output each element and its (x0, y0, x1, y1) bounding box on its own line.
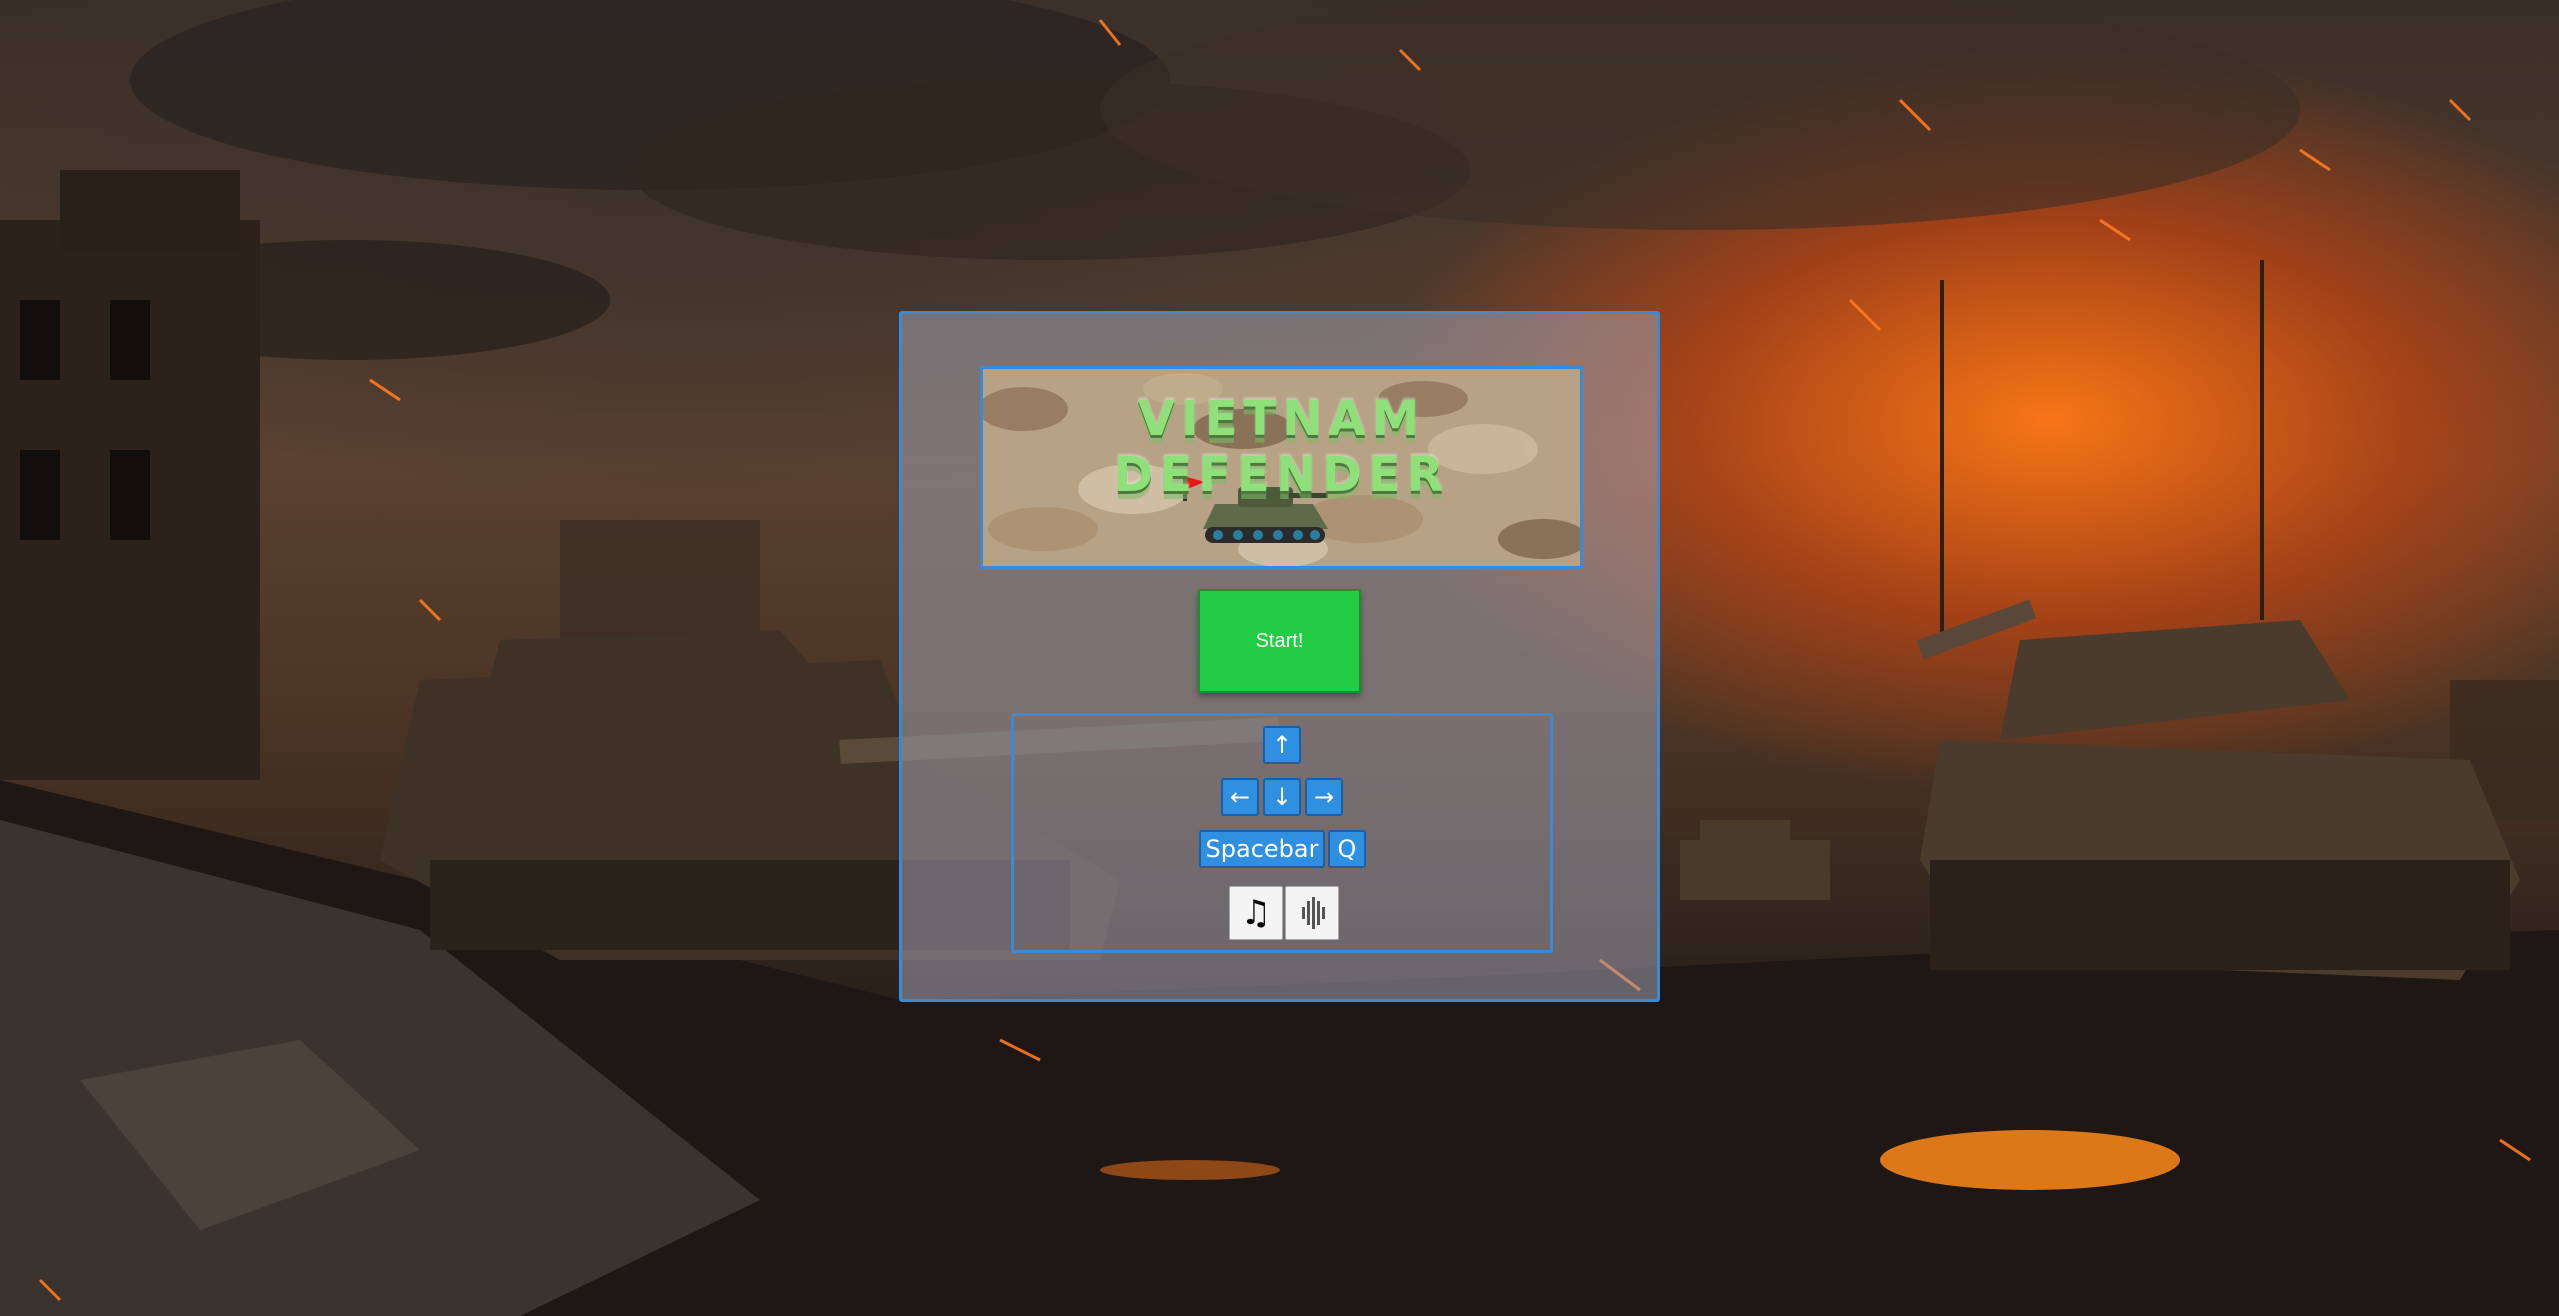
controls-panel: ↑ ← ↓ → Spacebar Q ♫ (1011, 713, 1553, 953)
game-title: VIETNAM DEFENDER (1113, 391, 1450, 503)
main-menu-panel: VIETNAM DEFENDER Start! ↑ ← ↓ → Spacebar… (899, 311, 1660, 1002)
music-toggle-button[interactable]: ♫ (1229, 886, 1283, 940)
sound-wave-icon (1302, 897, 1325, 929)
start-button[interactable]: Start! (1198, 589, 1361, 693)
q-key: Q (1328, 830, 1366, 868)
up-arrow-key: ↑ (1263, 726, 1301, 764)
down-arrow-key: ↓ (1263, 778, 1301, 816)
right-arrow-key: → (1305, 778, 1343, 816)
title-banner: VIETNAM DEFENDER (980, 366, 1583, 569)
spacebar-key: Spacebar (1199, 830, 1325, 868)
left-arrow-key: ← (1221, 778, 1259, 816)
sound-effects-toggle-button[interactable] (1285, 886, 1339, 940)
music-note-icon: ♫ (1240, 893, 1272, 933)
game-screen: VIETNAM DEFENDER Start! ↑ ← ↓ → Spacebar… (0, 0, 2559, 1316)
